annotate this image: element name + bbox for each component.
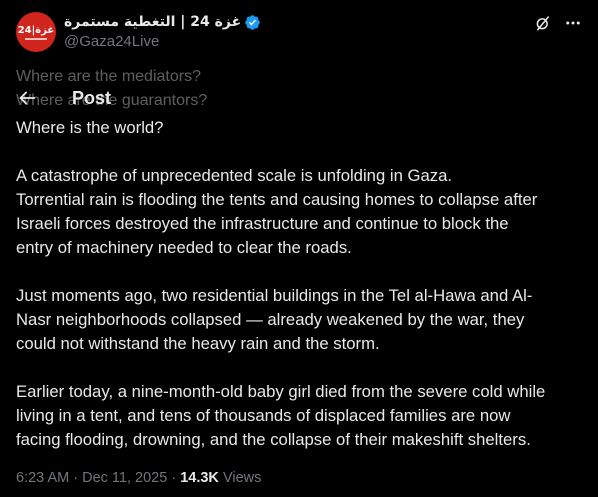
post-meta: 6:23 AM · Dec 11, 2025 · 14.3K Views xyxy=(16,470,261,486)
post-paragraph-1: A catastrophe of unprecedented scale is … xyxy=(16,164,582,260)
grok-icon[interactable] xyxy=(534,14,552,32)
post-header: 24|غزة غزة 24 | التغطية مستمرة @Gaza24Li… xyxy=(16,12,582,54)
post-line: could not withstand the heavy rain and t… xyxy=(16,334,380,353)
post-line: Torrential rain is flooding the tents an… xyxy=(16,190,538,209)
post-line: facing flooding, drowning, and the colla… xyxy=(16,430,531,449)
author-block: غزة 24 | التغطية مستمرة @Gaza24Live xyxy=(64,12,524,53)
more-icon[interactable] xyxy=(564,14,582,32)
post-paragraph-3: Earlier today, a nine-month-old baby gir… xyxy=(16,380,582,452)
post-line: living in a tent, and tens of thousands … xyxy=(16,406,511,425)
post-nav-bar: Post xyxy=(16,86,111,110)
author-handle[interactable]: @Gaza24Live xyxy=(64,33,524,53)
post-line: Earlier today, a nine-month-old baby gir… xyxy=(16,382,546,401)
post-line: Nasr neighborhoods collapsed — already w… xyxy=(16,310,525,329)
header-actions xyxy=(534,12,582,34)
post-paragraph-2: Just moments ago, two residential buildi… xyxy=(16,284,582,356)
post-line: A catastrophe of unprecedented scale is … xyxy=(16,166,453,185)
author-name-row: غزة 24 | التغطية مستمرة xyxy=(64,12,524,32)
post-line: Israeli forces destroyed the infrastruct… xyxy=(16,214,509,233)
views-count: 14.3K xyxy=(180,470,219,486)
meta-separator: · xyxy=(171,470,177,486)
post-text: Where is the world? A catastrophe of unp… xyxy=(16,116,582,452)
post-time[interactable]: 6:23 AM xyxy=(16,470,69,486)
meta-separator: · xyxy=(73,470,79,486)
faded-line-mediators: Where are the mediators? xyxy=(16,68,201,85)
avatar-logo-text: 24|غزة xyxy=(17,24,55,36)
views-label: Views xyxy=(222,470,262,486)
author-display-name[interactable]: غزة 24 | التغطية مستمرة xyxy=(64,14,241,30)
avatar-logo-bar xyxy=(25,37,47,40)
avatar[interactable]: 24|غزة xyxy=(16,12,56,52)
back-arrow-icon[interactable] xyxy=(16,87,38,109)
post-date[interactable]: Dec 11, 2025 xyxy=(82,470,167,486)
post-line: Where is the world? xyxy=(16,118,164,137)
post-line: Just moments ago, two residential buildi… xyxy=(16,286,533,305)
nav-title: Post xyxy=(72,87,112,108)
post-line: entry of machinery needed to clear the r… xyxy=(16,238,352,257)
verified-badge-icon xyxy=(245,14,260,30)
